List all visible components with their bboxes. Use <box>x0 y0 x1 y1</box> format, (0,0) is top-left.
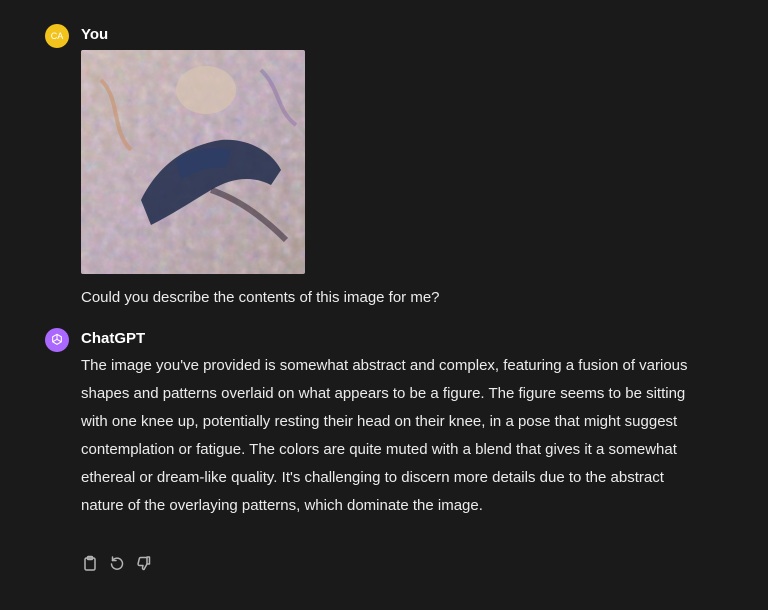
user-name: You <box>81 26 109 43</box>
thumbs-down-button[interactable] <box>135 553 153 573</box>
regenerate-button[interactable] <box>108 553 126 573</box>
user-message: Could you describe the contents of this … <box>81 289 440 306</box>
copy-button[interactable] <box>81 553 99 573</box>
assistant-message: The image you've provided is somewhat ab… <box>81 357 688 514</box>
openai-logo-icon <box>52 333 62 345</box>
assistant-avatar <box>45 328 69 352</box>
message-actions <box>81 553 153 573</box>
regenerate-icon <box>110 556 124 570</box>
thumbs-down-icon <box>137 556 151 571</box>
copy-icon <box>84 555 96 571</box>
uploaded-image[interactable] <box>81 50 305 274</box>
user-avatar: CA <box>45 24 69 48</box>
assistant-name: ChatGPT <box>81 330 146 347</box>
user-initials: CA <box>50 31 64 41</box>
